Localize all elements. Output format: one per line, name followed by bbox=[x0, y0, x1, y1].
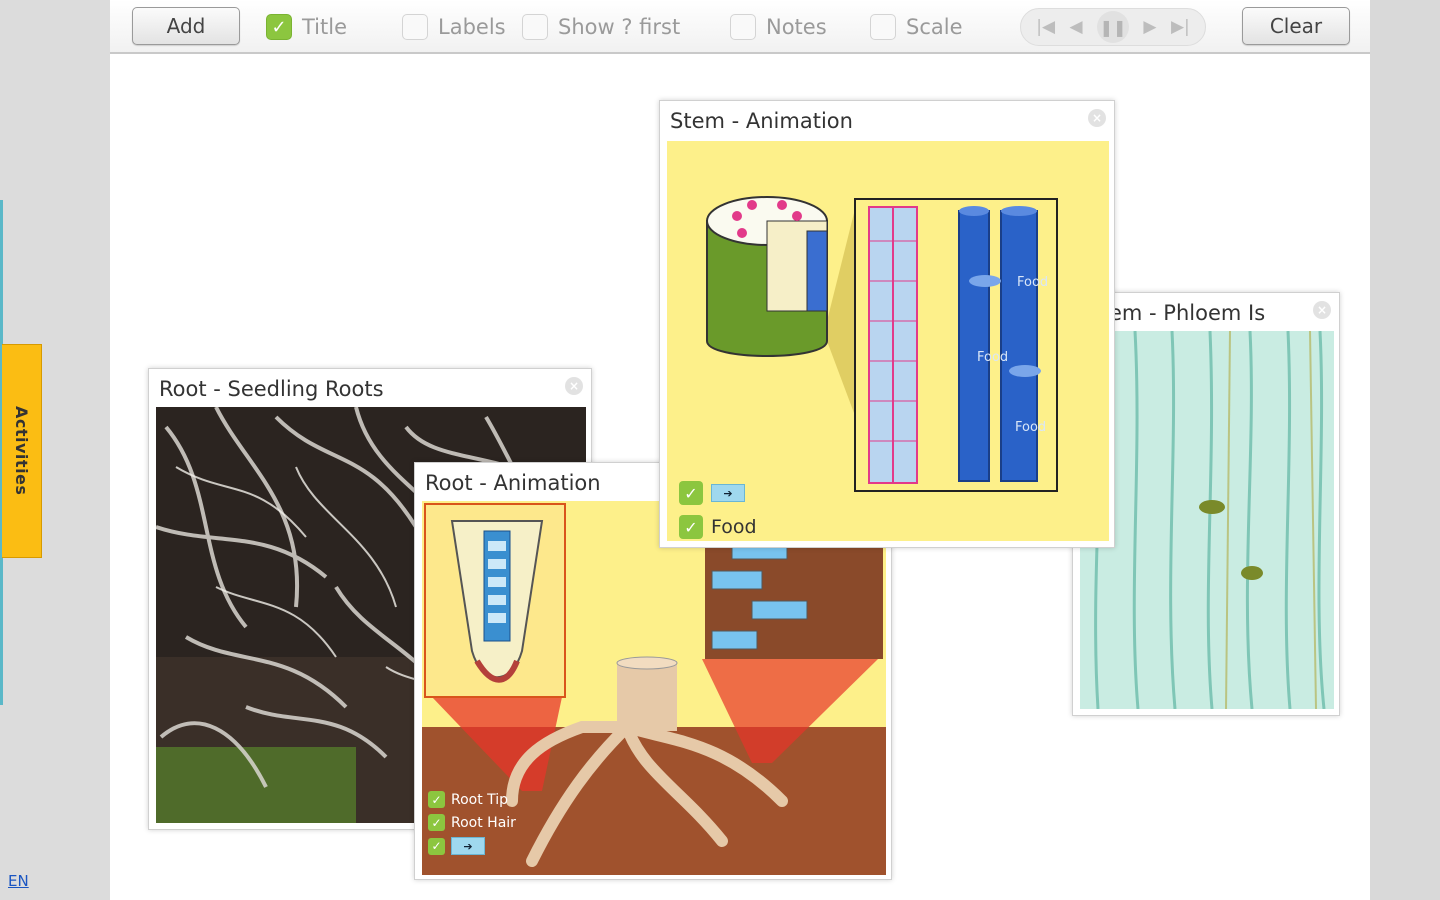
food-option[interactable]: ✓ Food bbox=[679, 515, 757, 539]
stem-animation-options: ✓ ➔ ✓ Food bbox=[679, 481, 757, 539]
phloem-micrograph bbox=[1080, 331, 1334, 709]
root-hair-label: Root Hair bbox=[451, 814, 516, 831]
activities-label: Activities bbox=[12, 406, 31, 496]
panel-title: Root - Seedling Roots bbox=[159, 377, 384, 401]
title-toggle[interactable]: ✓ Title bbox=[266, 10, 347, 44]
close-icon[interactable]: × bbox=[1088, 109, 1106, 127]
root-animation-diagram: ✓ Root Tip ✓ Root Hair ✓ ➔ bbox=[422, 501, 886, 875]
food-diagram-label: Food bbox=[977, 350, 1008, 365]
flow-arrow-icon: ➔ bbox=[451, 837, 485, 855]
check-icon[interactable]: ✓ bbox=[679, 481, 703, 505]
activities-tab[interactable]: Activities bbox=[2, 344, 42, 558]
close-icon[interactable]: × bbox=[1313, 301, 1331, 319]
notes-toggle[interactable]: Notes bbox=[730, 10, 827, 44]
food-diagram-label: Food bbox=[1017, 275, 1048, 290]
step-back-icon[interactable]: ◀ bbox=[1069, 17, 1082, 37]
scale-toggle[interactable]: Scale bbox=[870, 10, 963, 44]
food-diagram-label: Food bbox=[1015, 420, 1046, 435]
scale-checkbox[interactable] bbox=[870, 14, 896, 40]
show-first-toggle-label: Show ? first bbox=[558, 15, 681, 39]
root-animation-options: ✓ Root Tip ✓ Root Hair ✓ ➔ bbox=[428, 791, 516, 861]
check-icon[interactable]: ✓ bbox=[679, 515, 703, 539]
show-first-checkbox[interactable] bbox=[522, 14, 548, 40]
root-tip-label: Root Tip bbox=[451, 791, 509, 808]
food-option-label: Food bbox=[711, 516, 757, 538]
playback-controls: |◀ ◀ ❚❚ ▶ ▶| bbox=[1020, 8, 1206, 46]
title-toggle-label: Title bbox=[302, 15, 348, 39]
language-link[interactable]: EN bbox=[8, 872, 29, 890]
step-forward-icon[interactable]: ▶ bbox=[1143, 17, 1156, 37]
labels-checkbox[interactable] bbox=[402, 14, 428, 40]
scale-toggle-label: Scale bbox=[906, 15, 963, 39]
panel-title: em - Phloem Is bbox=[1109, 301, 1266, 325]
skip-first-icon[interactable]: |◀ bbox=[1036, 17, 1055, 37]
show-first-toggle[interactable]: Show ? first bbox=[522, 10, 680, 44]
notes-checkbox[interactable] bbox=[730, 14, 756, 40]
check-icon[interactable]: ✓ bbox=[428, 814, 445, 831]
pause-icon[interactable]: ❚❚ bbox=[1096, 11, 1129, 43]
add-button[interactable]: Add bbox=[132, 7, 240, 45]
close-icon[interactable]: × bbox=[565, 377, 583, 395]
skip-last-icon[interactable]: ▶| bbox=[1171, 17, 1190, 37]
check-icon[interactable]: ✓ bbox=[428, 837, 445, 855]
root-tip-option[interactable]: ✓ Root Tip bbox=[428, 791, 516, 808]
panel-title: Stem - Animation bbox=[670, 109, 853, 133]
flow-option[interactable]: ✓ ➔ bbox=[428, 837, 516, 855]
clear-button[interactable]: Clear bbox=[1242, 7, 1350, 45]
labels-toggle[interactable]: Labels bbox=[402, 10, 506, 44]
root-hair-option[interactable]: ✓ Root Hair bbox=[428, 814, 516, 831]
flow-arrow-icon: ➔ bbox=[711, 484, 745, 502]
stem-animation-diagram: Food Food Food ✓ ➔ ✓ Food bbox=[667, 141, 1109, 541]
panel-title: Root - Animation bbox=[425, 471, 601, 495]
left-sidebar: Activities EN bbox=[0, 0, 110, 900]
check-icon[interactable]: ✓ bbox=[428, 791, 445, 808]
title-checkbox[interactable]: ✓ bbox=[266, 14, 292, 40]
flow-option[interactable]: ✓ ➔ bbox=[679, 481, 757, 505]
labels-toggle-label: Labels bbox=[438, 15, 506, 39]
notes-toggle-label: Notes bbox=[766, 15, 827, 39]
right-margin bbox=[1370, 0, 1440, 900]
toolbar: Add ✓ Title Labels Show ? first Notes Sc… bbox=[110, 0, 1370, 54]
panel-stem-animation[interactable]: Stem - Animation × Food Food Food ✓ ➔ ✓ … bbox=[659, 100, 1115, 548]
